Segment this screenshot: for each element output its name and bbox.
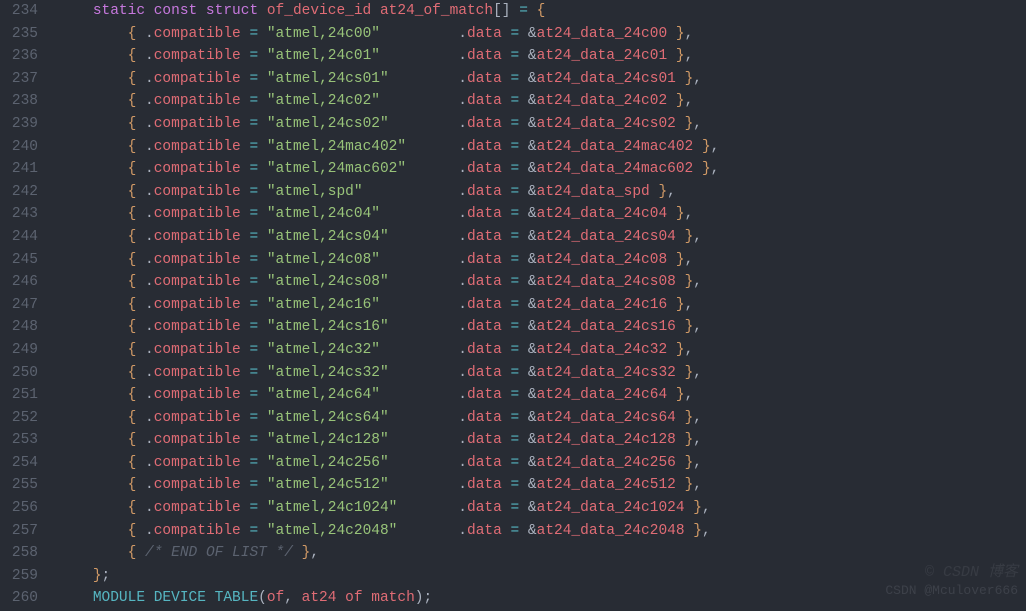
line-number: 249 bbox=[0, 339, 58, 362]
line-number: 243 bbox=[0, 203, 58, 226]
line-number: 240 bbox=[0, 136, 58, 159]
line-number: 247 bbox=[0, 294, 58, 317]
line-number: 260 bbox=[0, 587, 58, 610]
line-number: 238 bbox=[0, 90, 58, 113]
line-number: 248 bbox=[0, 316, 58, 339]
line-number: 235 bbox=[0, 23, 58, 46]
line-number: 251 bbox=[0, 384, 58, 407]
watermark-bottom: CSDN @Mculover666 bbox=[885, 580, 1018, 603]
line-number: 259 bbox=[0, 565, 58, 588]
line-number: 237 bbox=[0, 68, 58, 91]
code-content[interactable]: static const struct of_device_id at24_of… bbox=[58, 0, 1026, 611]
line-number: 253 bbox=[0, 429, 58, 452]
line-number: 255 bbox=[0, 474, 58, 497]
line-number: 256 bbox=[0, 497, 58, 520]
line-number: 257 bbox=[0, 520, 58, 543]
line-number: 250 bbox=[0, 362, 58, 385]
line-number: 246 bbox=[0, 271, 58, 294]
line-number: 252 bbox=[0, 407, 58, 430]
line-number: 245 bbox=[0, 249, 58, 272]
code-editor: 2342352362372382392402412422432442452462… bbox=[0, 0, 1026, 611]
line-number-gutter: 2342352362372382392402412422432442452462… bbox=[0, 0, 58, 611]
line-number: 242 bbox=[0, 181, 58, 204]
line-number: 241 bbox=[0, 158, 58, 181]
line-number: 239 bbox=[0, 113, 58, 136]
line-number: 236 bbox=[0, 45, 58, 68]
line-number: 244 bbox=[0, 226, 58, 249]
line-number: 234 bbox=[0, 0, 58, 23]
line-number: 254 bbox=[0, 452, 58, 475]
line-number: 258 bbox=[0, 542, 58, 565]
